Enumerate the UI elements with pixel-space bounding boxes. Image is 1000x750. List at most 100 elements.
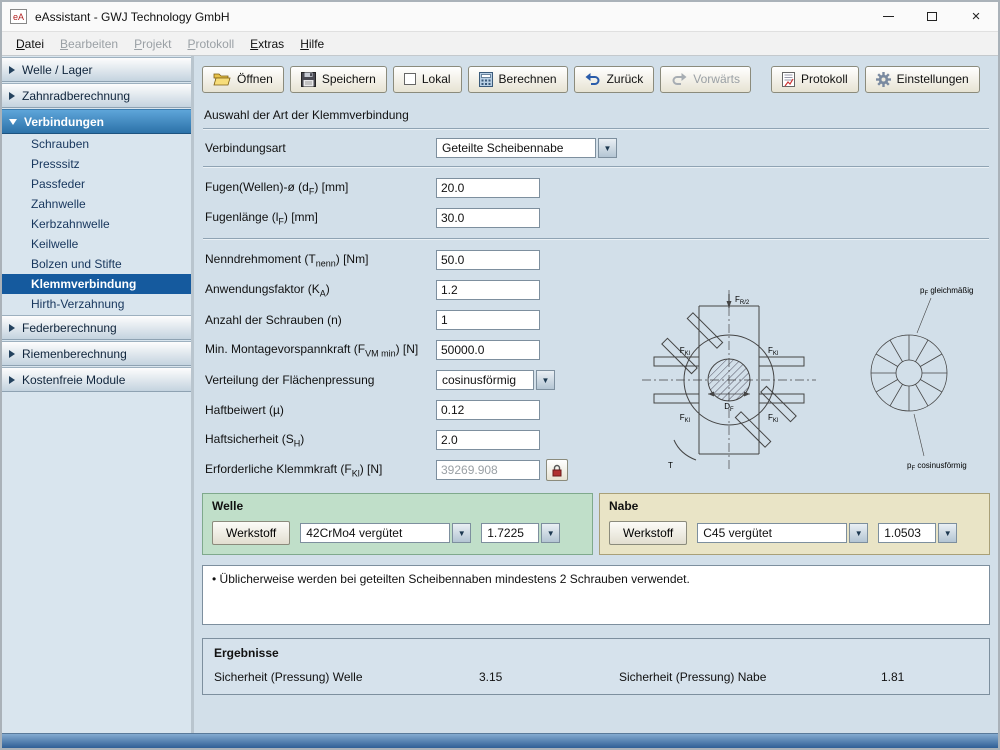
nenndrehmoment-label: Nenndrehmoment (Tnenn) [Nm] <box>205 252 436 268</box>
verbindungsart-select[interactable]: Geteilte Scheibennabe ▼ <box>436 138 617 158</box>
sidebar-item-zahnwelle[interactable]: Zahnwelle <box>2 194 191 214</box>
fugenlaenge-label: Fugenlänge (lF) [mm] <box>205 210 436 226</box>
result-label-welle: Sicherheit (Pressung) Welle <box>214 670 479 684</box>
dropdown-arrow-icon[interactable]: ▼ <box>938 523 957 543</box>
sidebar-item-presssitz[interactable]: Presssitz <box>2 154 191 174</box>
lock-button[interactable] <box>546 459 568 481</box>
minimize-button[interactable] <box>866 2 910 31</box>
dropdown-arrow-icon[interactable]: ▼ <box>541 523 560 543</box>
verteilung-label: Verteilung der Flächenpressung <box>205 373 436 387</box>
local-checkbox[interactable] <box>404 73 416 85</box>
row-verbindungsart: Verbindungsart Geteilte Scheibennabe ▼ <box>202 130 990 166</box>
haftbeiwert-input[interactable] <box>436 400 540 420</box>
sidebar-section-federberechnung[interactable]: Federberechnung <box>2 315 191 340</box>
nabe-werkstoff-button[interactable]: Werkstoff <box>609 521 687 545</box>
calculator-icon <box>479 72 493 87</box>
sidebar-item-schrauben[interactable]: Schrauben <box>2 134 191 154</box>
montagevorspannkraft-label: Min. Montagevorspannkraft (FVM min) [N] <box>205 342 436 358</box>
menu-projekt: Projekt <box>126 34 179 54</box>
close-button[interactable]: × <box>954 2 998 31</box>
settings-button[interactable]: Einstellungen <box>865 66 980 93</box>
welle-panel-title: Welle <box>212 499 583 513</box>
menubar: Datei Bearbeiten Projekt Protokoll Extra… <box>2 32 998 56</box>
sidebar-section-riemenberechnung[interactable]: Riemenberechnung <box>2 341 191 366</box>
divider <box>203 238 989 240</box>
sidebar-item-keilwelle[interactable]: Keilwelle <box>2 234 191 254</box>
anzahl-schrauben-input[interactable] <box>436 310 540 330</box>
statusbar <box>2 733 998 748</box>
svg-text:pF gleichmäßig: pF gleichmäßig <box>920 286 973 297</box>
window-controls: × <box>866 2 998 31</box>
haftsicherheit-input[interactable] <box>436 430 540 450</box>
row-fugen-durchmesser: Fugen(Wellen)-ø (dF) [mm] <box>202 173 990 203</box>
section-label: Welle / Lager <box>22 63 92 77</box>
open-button[interactable]: Öffnen <box>202 66 284 93</box>
divider <box>203 166 989 168</box>
montagevorspannkraft-input[interactable] <box>436 340 540 360</box>
local-checkbox-group[interactable]: Lokal <box>393 66 462 93</box>
sidebar-item-passfeder[interactable]: Passfeder <box>2 174 191 194</box>
haftsicherheit-label: Haftsicherheit (SH) <box>205 432 436 448</box>
lock-icon <box>551 464 563 477</box>
save-button[interactable]: Speichern <box>290 66 387 93</box>
sidebar-item-hirth-verzahnung[interactable]: Hirth-Verzahnung <box>2 294 191 314</box>
nabe-material-select[interactable]: C45 vergütet ▼ <box>697 523 868 543</box>
verbindungsart-value: Geteilte Scheibennabe <box>436 138 596 158</box>
welle-material-value: 42CrMo4 vergütet <box>300 523 450 543</box>
sidebar-section-verbindungen[interactable]: Verbindungen <box>2 109 191 134</box>
sidebar-section-zahnradberechnung[interactable]: Zahnradberechnung <box>2 83 191 108</box>
sidebar-item-kerbzahnwelle[interactable]: Kerbzahnwelle <box>2 214 191 234</box>
fugenlaenge-input[interactable] <box>436 208 540 228</box>
redo-arrow-icon <box>671 73 687 85</box>
anwendungsfaktor-input[interactable] <box>436 280 540 300</box>
maximize-icon <box>927 12 937 21</box>
minimize-icon <box>883 16 894 17</box>
window-title: eAssistant - GWJ Technology GmbH <box>35 10 230 24</box>
chevron-right-icon <box>9 92 15 100</box>
section-label: Federberechnung <box>22 321 117 335</box>
dropdown-arrow-icon[interactable]: ▼ <box>536 370 555 390</box>
nenndrehmoment-input[interactable] <box>436 250 540 270</box>
sidebar-section-welle-lager[interactable]: Welle / Lager <box>2 57 191 82</box>
floppy-disk-icon <box>301 72 316 87</box>
menu-extras[interactable]: Extras <box>242 34 292 54</box>
sidebar-item-bolzen-und-stifte[interactable]: Bolzen und Stifte <box>2 254 191 274</box>
material-panels: Welle Werkstoff 42CrMo4 vergütet ▼ 1.722… <box>202 493 990 555</box>
sidebar: Welle / Lager Zahnradberechnung Verbindu… <box>2 56 194 733</box>
menu-hilfe[interactable]: Hilfe <box>292 34 332 54</box>
fugen-durchmesser-input[interactable] <box>436 178 540 198</box>
welle-material-number-select[interactable]: 1.7225 ▼ <box>481 523 560 543</box>
clamp-connection-diagram: FKl FKl FKl FKl FR/2 DF T <box>624 278 986 476</box>
results-title: Ergebnisse <box>214 646 978 660</box>
welle-material-select[interactable]: 42CrMo4 vergütet ▼ <box>300 523 471 543</box>
calculate-button[interactable]: Berechnen <box>468 66 568 93</box>
dropdown-arrow-icon[interactable]: ▼ <box>452 523 471 543</box>
form-content: Auswahl der Art der Klemmverbindung Verb… <box>202 102 990 733</box>
dropdown-arrow-icon[interactable]: ▼ <box>598 138 617 158</box>
svg-text:DF: DF <box>724 402 734 413</box>
menu-datei[interactable]: Datei <box>8 34 52 54</box>
verteilung-select[interactable]: cosinusförmig ▼ <box>436 370 555 390</box>
nabe-panel: Nabe Werkstoff C45 vergütet ▼ 1.0503 ▼ <box>599 493 990 555</box>
fugen-durchmesser-label: Fugen(Wellen)-ø (dF) [mm] <box>205 180 436 196</box>
menu-bearbeiten: Bearbeiten <box>52 34 126 54</box>
section-label: Verbindungen <box>24 115 104 129</box>
sidebar-item-klemmverbindung[interactable]: Klemmverbindung <box>2 274 191 294</box>
app-window: eA eAssistant - GWJ Technology GmbH × Da… <box>0 0 1000 750</box>
back-button[interactable]: Zurück <box>574 66 655 93</box>
welle-werkstoff-button[interactable]: Werkstoff <box>212 521 290 545</box>
sidebar-section-kostenfreie-module[interactable]: Kostenfreie Module <box>2 367 191 392</box>
nabe-material-number-select[interactable]: 1.0503 ▼ <box>878 523 957 543</box>
maximize-button[interactable] <box>910 2 954 31</box>
verbindungen-item-list: Schrauben Presssitz Passfeder Zahnwelle … <box>2 134 191 314</box>
anwendungsfaktor-label: Anwendungsfaktor (KA) <box>205 282 436 298</box>
svg-text:FKl: FKl <box>768 413 778 424</box>
undo-arrow-icon <box>585 73 601 85</box>
dropdown-arrow-icon[interactable]: ▼ <box>849 523 868 543</box>
report-button[interactable]: Protokoll <box>771 66 859 93</box>
anzahl-schrauben-label: Anzahl der Schrauben (n) <box>205 313 436 327</box>
klemmkraft-output <box>436 460 540 480</box>
titlebar: eA eAssistant - GWJ Technology GmbH × <box>2 2 998 32</box>
app-icon: eA <box>10 9 27 24</box>
svg-text:pF cosinusförmig: pF cosinusförmig <box>907 461 967 472</box>
